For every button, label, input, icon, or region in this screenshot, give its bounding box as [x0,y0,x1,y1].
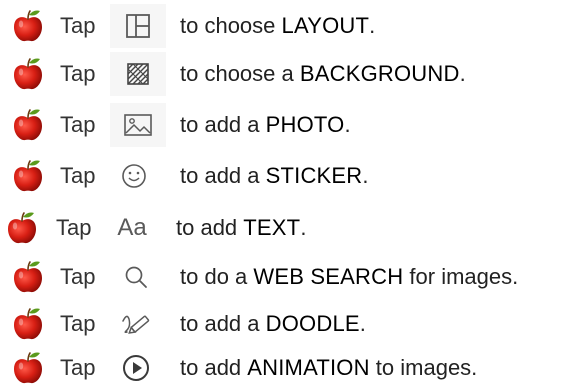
keyword: BACKGROUND [299,61,460,86]
keyword: WEB SEARCH [253,264,404,289]
keyword: STICKER [265,163,363,188]
keyword: LAYOUT [281,13,370,38]
instruction-text: to choose LAYOUT. [180,13,376,38]
instruction-text: to add ANIMATION to images. [180,355,478,380]
animation-icon[interactable] [108,346,164,390]
tap-label: Tap [56,215,92,240]
tap-label: Tap [60,355,96,380]
list-item: Tap Aa to add TEXT. [0,206,566,250]
apple-icon [10,350,46,386]
instruction-text: to add a PHOTO. [180,112,351,137]
list-item: Tap to choose a BACKGROUND. [0,52,566,96]
list-item: Tap to do a WEB SEARCH for images. [0,255,566,299]
apple-icon [10,56,46,92]
apple-icon [4,210,40,246]
keyword: DOODLE [265,311,360,336]
tap-label: Tap [60,13,96,38]
instruction-text: to add a STICKER. [180,163,369,188]
list-item: Tap to add ANIMATION to images. [0,346,566,390]
tap-label: Tap [60,112,96,137]
tap-label: Tap [60,61,96,86]
tap-label: Tap [60,163,96,188]
list-item: Tap to add a DOODLE. [0,302,566,346]
apple-icon [10,8,46,44]
tap-label: Tap [60,264,96,289]
apple-icon [10,306,46,342]
apple-icon [10,158,46,194]
instruction-text: to choose a BACKGROUND. [180,61,466,86]
list-item: Tap to add a PHOTO. [0,103,566,147]
sticker-icon[interactable] [106,154,162,198]
layout-icon[interactable] [110,4,166,48]
instruction-text: to add a DOODLE. [180,311,366,336]
keyword: ANIMATION [247,355,370,380]
keyword: TEXT [243,215,301,240]
search-icon[interactable] [108,255,164,299]
list-item: Tap to choose LAYOUT. [0,4,566,48]
text-icon-label: Aa [117,214,147,241]
text-icon[interactable]: Aa [104,206,160,250]
doodle-icon[interactable] [108,302,164,346]
instruction-list: Tap to choose LAYOUT. Tap to choose a BA… [0,0,566,390]
apple-icon [10,259,46,295]
keyword: PHOTO [265,112,345,137]
instruction-text: to add TEXT. [176,215,307,240]
photo-icon[interactable] [110,103,166,147]
instruction-text: to do a WEB SEARCH for images. [180,264,519,289]
apple-icon [10,107,46,143]
list-item: Tap to add a STICKER. [0,154,566,198]
background-icon[interactable] [110,52,166,96]
tap-label: Tap [60,311,96,336]
